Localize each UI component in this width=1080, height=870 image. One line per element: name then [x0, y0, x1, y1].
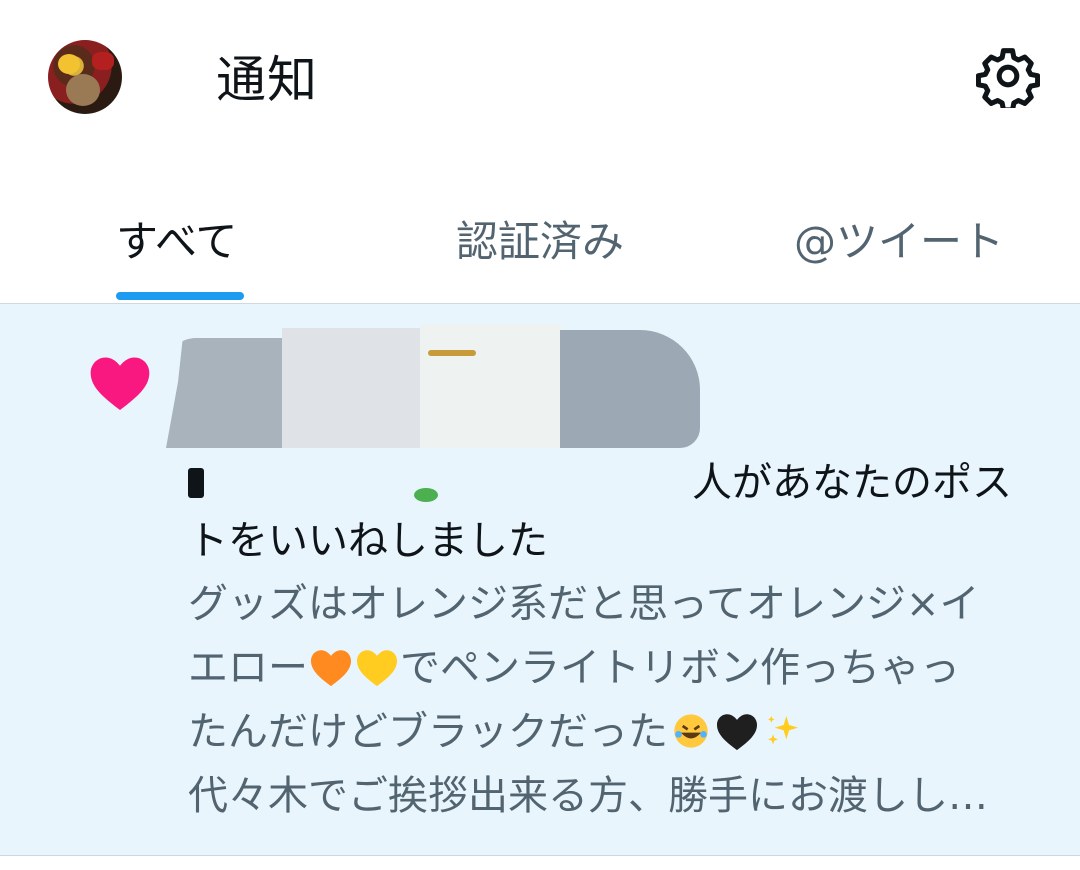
- notification-tabs: すべて 認証済み @ツイート: [0, 196, 1080, 304]
- liker-avatars-redacted[interactable]: [166, 324, 702, 450]
- orange-heart-icon: [309, 642, 353, 687]
- gear-icon[interactable]: [975, 44, 1041, 113]
- tab-all[interactable]: すべて: [116, 212, 237, 272]
- tab-mentions[interactable]: @ツイート: [794, 212, 1004, 272]
- post-line: エロー でペンライトリボン作っちゃっ: [188, 636, 1048, 700]
- tab-verified[interactable]: 認証済み: [456, 212, 624, 272]
- rolling-laughing-emoji-icon: [669, 706, 713, 748]
- like-notification[interactable]: 人があなたのポストをいいねしました グッズはオレンジ系だと思ってオレンジ×イ エ…: [0, 304, 1080, 856]
- active-tab-indicator: [116, 292, 244, 300]
- post-line: たんだけどブラックだった: [188, 700, 1048, 764]
- sparkles-icon: [761, 706, 805, 746]
- notification-text: 人があなたのポストをいいねしました: [188, 454, 1038, 570]
- liker-names-redacted[interactable]: [188, 462, 692, 502]
- heart-icon: [88, 352, 152, 412]
- profile-avatar[interactable]: [48, 40, 122, 114]
- liked-post-preview[interactable]: グッズはオレンジ系だと思ってオレンジ×イ エロー でペンライトリボン作っちゃっ た…: [188, 572, 1048, 828]
- yellow-heart-icon: [355, 642, 399, 687]
- notifications-screen: 通知 すべて 認証済み @ツイート 人があなたのポストをいいねしました グッズは…: [0, 0, 1080, 870]
- page-title: 通知: [216, 51, 318, 109]
- top-bar: 通知: [0, 0, 1080, 150]
- post-line: グッズはオレンジ系だと思ってオレンジ×イ: [188, 581, 980, 627]
- post-line: 代々木でご挨拶出来る方、勝手にお渡しし…: [188, 773, 988, 819]
- black-heart-icon: [715, 706, 759, 751]
